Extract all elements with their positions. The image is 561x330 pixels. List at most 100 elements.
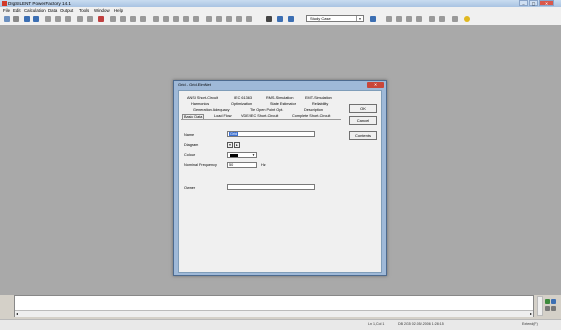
title-bar: DIgSILENT PowerFactory 14.1 – ▢ ✕ (0, 0, 561, 7)
menu-window[interactable]: Window (94, 8, 110, 13)
scroll-right-icon[interactable]: ▸ (530, 311, 532, 316)
output-tool-icon[interactable] (545, 306, 550, 311)
menu-calculation[interactable]: Calculation (24, 8, 46, 13)
tool-icon[interactable] (206, 16, 212, 22)
short-circuit-icon[interactable] (288, 16, 294, 22)
tab-iec-61363[interactable]: IEC 61363 (234, 96, 252, 100)
scroll-left-icon[interactable]: ◂ (16, 311, 18, 316)
tool-icon[interactable] (183, 16, 189, 22)
status-bar: Ln 1,Col 1 DB 2G5 02.05/.2006 1:28:15 Ex… (0, 319, 561, 330)
chevron-down-icon: ▼ (252, 153, 255, 157)
menu-help[interactable]: Help (114, 8, 123, 13)
contents-button[interactable]: Contents (349, 131, 377, 140)
tab-state-estimator[interactable]: State Estimator (270, 102, 296, 106)
tab-divider (181, 119, 341, 120)
status-mode: Extend(F) (522, 322, 538, 326)
tool-icon[interactable] (140, 16, 146, 22)
output-tool-icon[interactable] (551, 299, 556, 304)
tool-icon[interactable] (120, 16, 126, 22)
tab-load-flow[interactable]: Load Flow (214, 114, 232, 118)
grid-dialog: Grid - Grid.ElmNet ✕ ANSI Short-Circuit … (173, 80, 387, 276)
new-icon[interactable] (4, 16, 10, 22)
tab-reliability[interactable]: Reliability (312, 102, 328, 106)
output-tool-icon[interactable] (545, 299, 550, 304)
colour-select[interactable]: ▼ (227, 152, 257, 158)
name-input[interactable]: Grid (227, 131, 315, 137)
study-case-value: Study Case (310, 16, 331, 21)
menu-data[interactable]: Data (48, 8, 57, 13)
frequency-unit: Hz (261, 163, 266, 167)
minimize-button[interactable]: – (519, 0, 528, 6)
project-icon[interactable] (24, 16, 30, 22)
tool-icon[interactable] (77, 16, 83, 22)
menu-tools[interactable]: Tools (79, 8, 89, 13)
study-case-select[interactable]: Study Case ▼ (306, 15, 364, 22)
tool-icon[interactable] (370, 16, 376, 22)
diagram-edit-button[interactable]: ► (234, 142, 240, 148)
tool-icon[interactable] (236, 16, 242, 22)
dialog-close-button[interactable]: ✕ (367, 82, 384, 88)
tab-vde-iec-short-circuit[interactable]: VDE/IEC Short-Circuit (241, 114, 278, 118)
tab-rms-simulation[interactable]: RMS-Simulation (266, 96, 293, 100)
tool-icon[interactable] (55, 16, 61, 22)
tool-icon[interactable] (396, 16, 402, 22)
diagram-select-button[interactable]: ▼ (227, 142, 233, 148)
maximize-button[interactable]: ▢ (529, 0, 538, 6)
tab-optimization[interactable]: Optimization (231, 102, 252, 106)
tool-icon[interactable] (452, 16, 458, 22)
load-flow-icon[interactable] (277, 16, 283, 22)
tool-icon[interactable] (216, 16, 222, 22)
tool-icon[interactable] (246, 16, 252, 22)
calculate-icon[interactable] (266, 16, 272, 22)
open-icon[interactable] (13, 16, 19, 22)
tool-icon[interactable] (163, 16, 169, 22)
tool-icon[interactable] (439, 16, 445, 22)
tab-description[interactable]: Description (304, 108, 323, 112)
dialog-title: Grid - Grid.ElmNet (178, 82, 211, 87)
owner-input[interactable] (227, 184, 315, 190)
tool-icon[interactable] (110, 16, 116, 22)
tool-icon[interactable] (87, 16, 93, 22)
help-bulb-icon[interactable] (464, 16, 470, 22)
diagram-label: Diagram (184, 143, 199, 147)
tab-tie-open-point[interactable]: Tie Open Point Opt. (250, 108, 283, 112)
output-window[interactable]: ◂ ▸ (14, 295, 534, 317)
tab-emt-simulation[interactable]: EMT-Simulation (305, 96, 332, 100)
tool-icon[interactable] (429, 16, 435, 22)
chevron-down-icon: ▼ (356, 16, 363, 21)
tool-icon[interactable] (416, 16, 422, 22)
tool-icon[interactable] (406, 16, 412, 22)
tool-icon[interactable] (386, 16, 392, 22)
output-hscrollbar[interactable]: ◂ ▸ (15, 310, 533, 317)
menu-edit[interactable]: Edit (13, 8, 21, 13)
network-icon[interactable] (33, 16, 39, 22)
tool-icon[interactable] (193, 16, 199, 22)
menu-file[interactable]: File (3, 8, 10, 13)
menu-output[interactable]: Output (60, 8, 73, 13)
tool-icon[interactable] (153, 16, 159, 22)
close-button[interactable]: ✕ (539, 0, 554, 6)
status-position: Ln 1,Col 1 (368, 322, 385, 326)
cancel-button[interactable]: Cancel (349, 116, 377, 125)
colour-swatch (230, 154, 238, 157)
name-value: Grid (229, 132, 239, 136)
tool-icon[interactable] (98, 16, 104, 22)
tool-icon[interactable] (65, 16, 71, 22)
nominal-frequency-label: Nominal Frequency (184, 163, 217, 167)
grid-icon[interactable] (45, 16, 51, 22)
tool-icon[interactable] (226, 16, 232, 22)
window-title: DIgSILENT PowerFactory 14.1 (8, 1, 71, 6)
output-vscrollbar[interactable] (537, 296, 543, 316)
nominal-frequency-input[interactable]: 50 (227, 162, 257, 168)
ok-button[interactable]: OK (349, 104, 377, 113)
tab-complete-short-circuit[interactable]: Complete Short-Circuit (292, 114, 330, 118)
tab-harmonics[interactable]: Harmonics (191, 102, 209, 106)
colour-label: Colour (184, 153, 196, 157)
nominal-frequency-value: 50 (229, 163, 234, 167)
tool-icon[interactable] (173, 16, 179, 22)
tab-generation-adequacy[interactable]: Generation Adequacy (193, 108, 230, 112)
tab-ansi-short-circuit[interactable]: ANSI Short-Circuit (187, 96, 218, 100)
dialog-body: ANSI Short-Circuit IEC 61363 RMS-Simulat… (178, 90, 382, 273)
output-tool-icon[interactable] (551, 306, 556, 311)
tool-icon[interactable] (130, 16, 136, 22)
